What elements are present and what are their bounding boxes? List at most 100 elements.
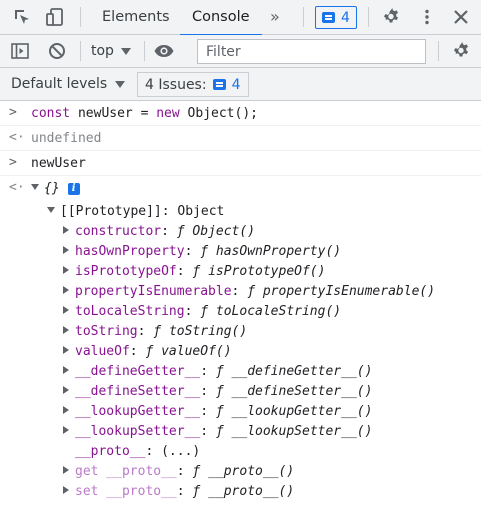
- property-colon: :: [176, 464, 193, 479]
- property-name: __defineSetter__: [75, 384, 201, 399]
- device-toolbar-icon[interactable]: [44, 6, 66, 28]
- property-value: toString(): [168, 324, 248, 339]
- property-space: [224, 384, 232, 399]
- expand-triangle-icon: [63, 346, 69, 354]
- message-icon: [212, 79, 226, 90]
- settings-gear-icon[interactable]: [380, 6, 402, 28]
- tab-elements[interactable]: Elements: [102, 0, 170, 35]
- devtools-tab-bar: Elements Console » 4: [0, 0, 481, 36]
- property-row[interactable]: __defineSetter__: ƒ __defineSetter__(): [63, 384, 372, 399]
- console-input-message: > newUser: [0, 151, 481, 176]
- property-colon: :: [176, 484, 193, 499]
- property-space: [208, 304, 216, 319]
- property-space: [200, 264, 208, 279]
- property-value: __defineGetter__(): [231, 364, 373, 379]
- command-text: newUser =: [70, 106, 157, 121]
- live-expression-eye-icon[interactable]: [153, 40, 175, 62]
- issues-count: 4: [341, 9, 350, 26]
- prototype-node[interactable]: [[Prototype]]: Object: [47, 204, 224, 219]
- tab-console[interactable]: Console: [180, 0, 262, 36]
- expand-triangle-icon: [63, 366, 69, 374]
- console-input-message: > const newUser = new Object();: [0, 101, 481, 126]
- property-row[interactable]: hasOwnProperty: ƒ hasOwnProperty(): [63, 244, 341, 259]
- expand-triangle-icon: [63, 266, 69, 274]
- context-label: top: [91, 43, 114, 59]
- property-row[interactable]: __defineGetter__: ƒ __defineGetter__(): [63, 364, 372, 379]
- expand-triangle-icon: [31, 184, 39, 190]
- property-name: valueOf: [75, 344, 130, 359]
- info-icon[interactable]: i: [67, 183, 80, 195]
- property-space: [224, 364, 232, 379]
- property-value: __lookupGetter__(): [231, 404, 373, 419]
- property-name: __defineGetter__: [75, 364, 201, 379]
- property-value: hasOwnProperty(): [215, 244, 342, 259]
- property-row[interactable]: toLocaleString: ƒ toLocaleString(): [63, 304, 341, 319]
- property-row[interactable]: __lookupGetter__: ƒ __lookupGetter__(): [63, 404, 372, 419]
- object-root[interactable]: {} i: [31, 181, 80, 196]
- expand-triangle-icon: [63, 246, 69, 254]
- property-value: Object(): [192, 224, 256, 239]
- property-row[interactable]: __lookupSetter__: ƒ __lookupSetter__(): [63, 424, 372, 439]
- property-row[interactable]: propertyIsEnumerable: ƒ propertyIsEnumer…: [63, 284, 435, 299]
- expand-triangle-icon: [63, 486, 69, 494]
- console-command: newUser: [31, 156, 86, 171]
- property-value[interactable]: (...): [161, 444, 200, 459]
- property-name: constructor: [75, 224, 162, 239]
- expand-triangle-icon: [63, 386, 69, 394]
- property-colon: :: [137, 324, 154, 339]
- expand-triangle-icon: [63, 306, 69, 314]
- function-symbol: ƒ: [215, 364, 224, 379]
- property-row[interactable]: __proto__: (...): [63, 444, 200, 459]
- expand-triangle-icon: [63, 466, 69, 474]
- property-space: [200, 484, 208, 499]
- property-row[interactable]: valueOf: ƒ valueOf(): [63, 344, 232, 359]
- function-symbol: ƒ: [200, 304, 209, 319]
- filter-input[interactable]: [197, 39, 426, 64]
- expand-triangle-icon: [63, 406, 69, 414]
- expand-triangle-icon: [63, 326, 69, 334]
- console-settings-gear-icon[interactable]: [450, 40, 472, 62]
- property-name: isPrototypeOf: [75, 264, 177, 279]
- context-selector[interactable]: top: [91, 43, 131, 59]
- close-icon[interactable]: [450, 6, 472, 28]
- object-preview: {}: [44, 181, 60, 196]
- property-colon: :: [200, 364, 216, 379]
- show-sidebar-icon[interactable]: [9, 40, 31, 62]
- result-value: undefined: [31, 131, 102, 146]
- inspect-element-icon[interactable]: [11, 6, 33, 28]
- property-row[interactable]: toString: ƒ toString(): [63, 324, 247, 339]
- toolbar-divider: [303, 7, 304, 27]
- property-value: valueOf(): [161, 344, 232, 359]
- issues-button[interactable]: 4 Issues: 4: [137, 72, 249, 97]
- property-row[interactable]: get __proto__: ƒ __proto__(): [63, 464, 294, 479]
- log-levels-label: Default levels: [11, 76, 108, 92]
- chevron-down-icon: [120, 47, 131, 55]
- property-name: __proto__: [75, 444, 146, 459]
- expand-triangle-icon: [63, 226, 69, 234]
- property-value: __defineSetter__(): [231, 384, 373, 399]
- property-row[interactable]: isPrototypeOf: ƒ isPrototypeOf(): [63, 264, 325, 279]
- expand-triangle-icon: [63, 426, 69, 434]
- more-tabs-button[interactable]: »: [270, 0, 280, 35]
- issues-counter-button[interactable]: 4: [315, 6, 357, 29]
- keyword-const: const: [31, 106, 71, 121]
- toolbar-divider: [80, 41, 81, 61]
- more-options-icon[interactable]: [416, 6, 438, 28]
- log-levels-dropdown[interactable]: Default levels: [11, 76, 126, 92]
- property-colon: :: [200, 424, 216, 439]
- function-symbol: ƒ: [215, 384, 224, 399]
- property-name: __lookupSetter__: [75, 424, 201, 439]
- property-value: isPrototypeOf(): [208, 264, 326, 279]
- property-name: toLocaleString: [75, 304, 185, 319]
- issues-count: 4: [231, 76, 241, 93]
- property-row[interactable]: set __proto__: ƒ __proto__(): [63, 484, 294, 499]
- property-space: [255, 284, 263, 299]
- expand-triangle-icon: [63, 286, 69, 294]
- property-row[interactable]: constructor: ƒ Object(): [63, 224, 255, 239]
- clear-console-icon[interactable]: [46, 40, 68, 62]
- keyword-new: new: [156, 106, 180, 121]
- expand-triangle-icon: [47, 207, 55, 213]
- property-space: [153, 344, 161, 359]
- property-space: [161, 324, 169, 339]
- console-log[interactable]: > const newUser = new Object(); <· undef…: [0, 101, 481, 507]
